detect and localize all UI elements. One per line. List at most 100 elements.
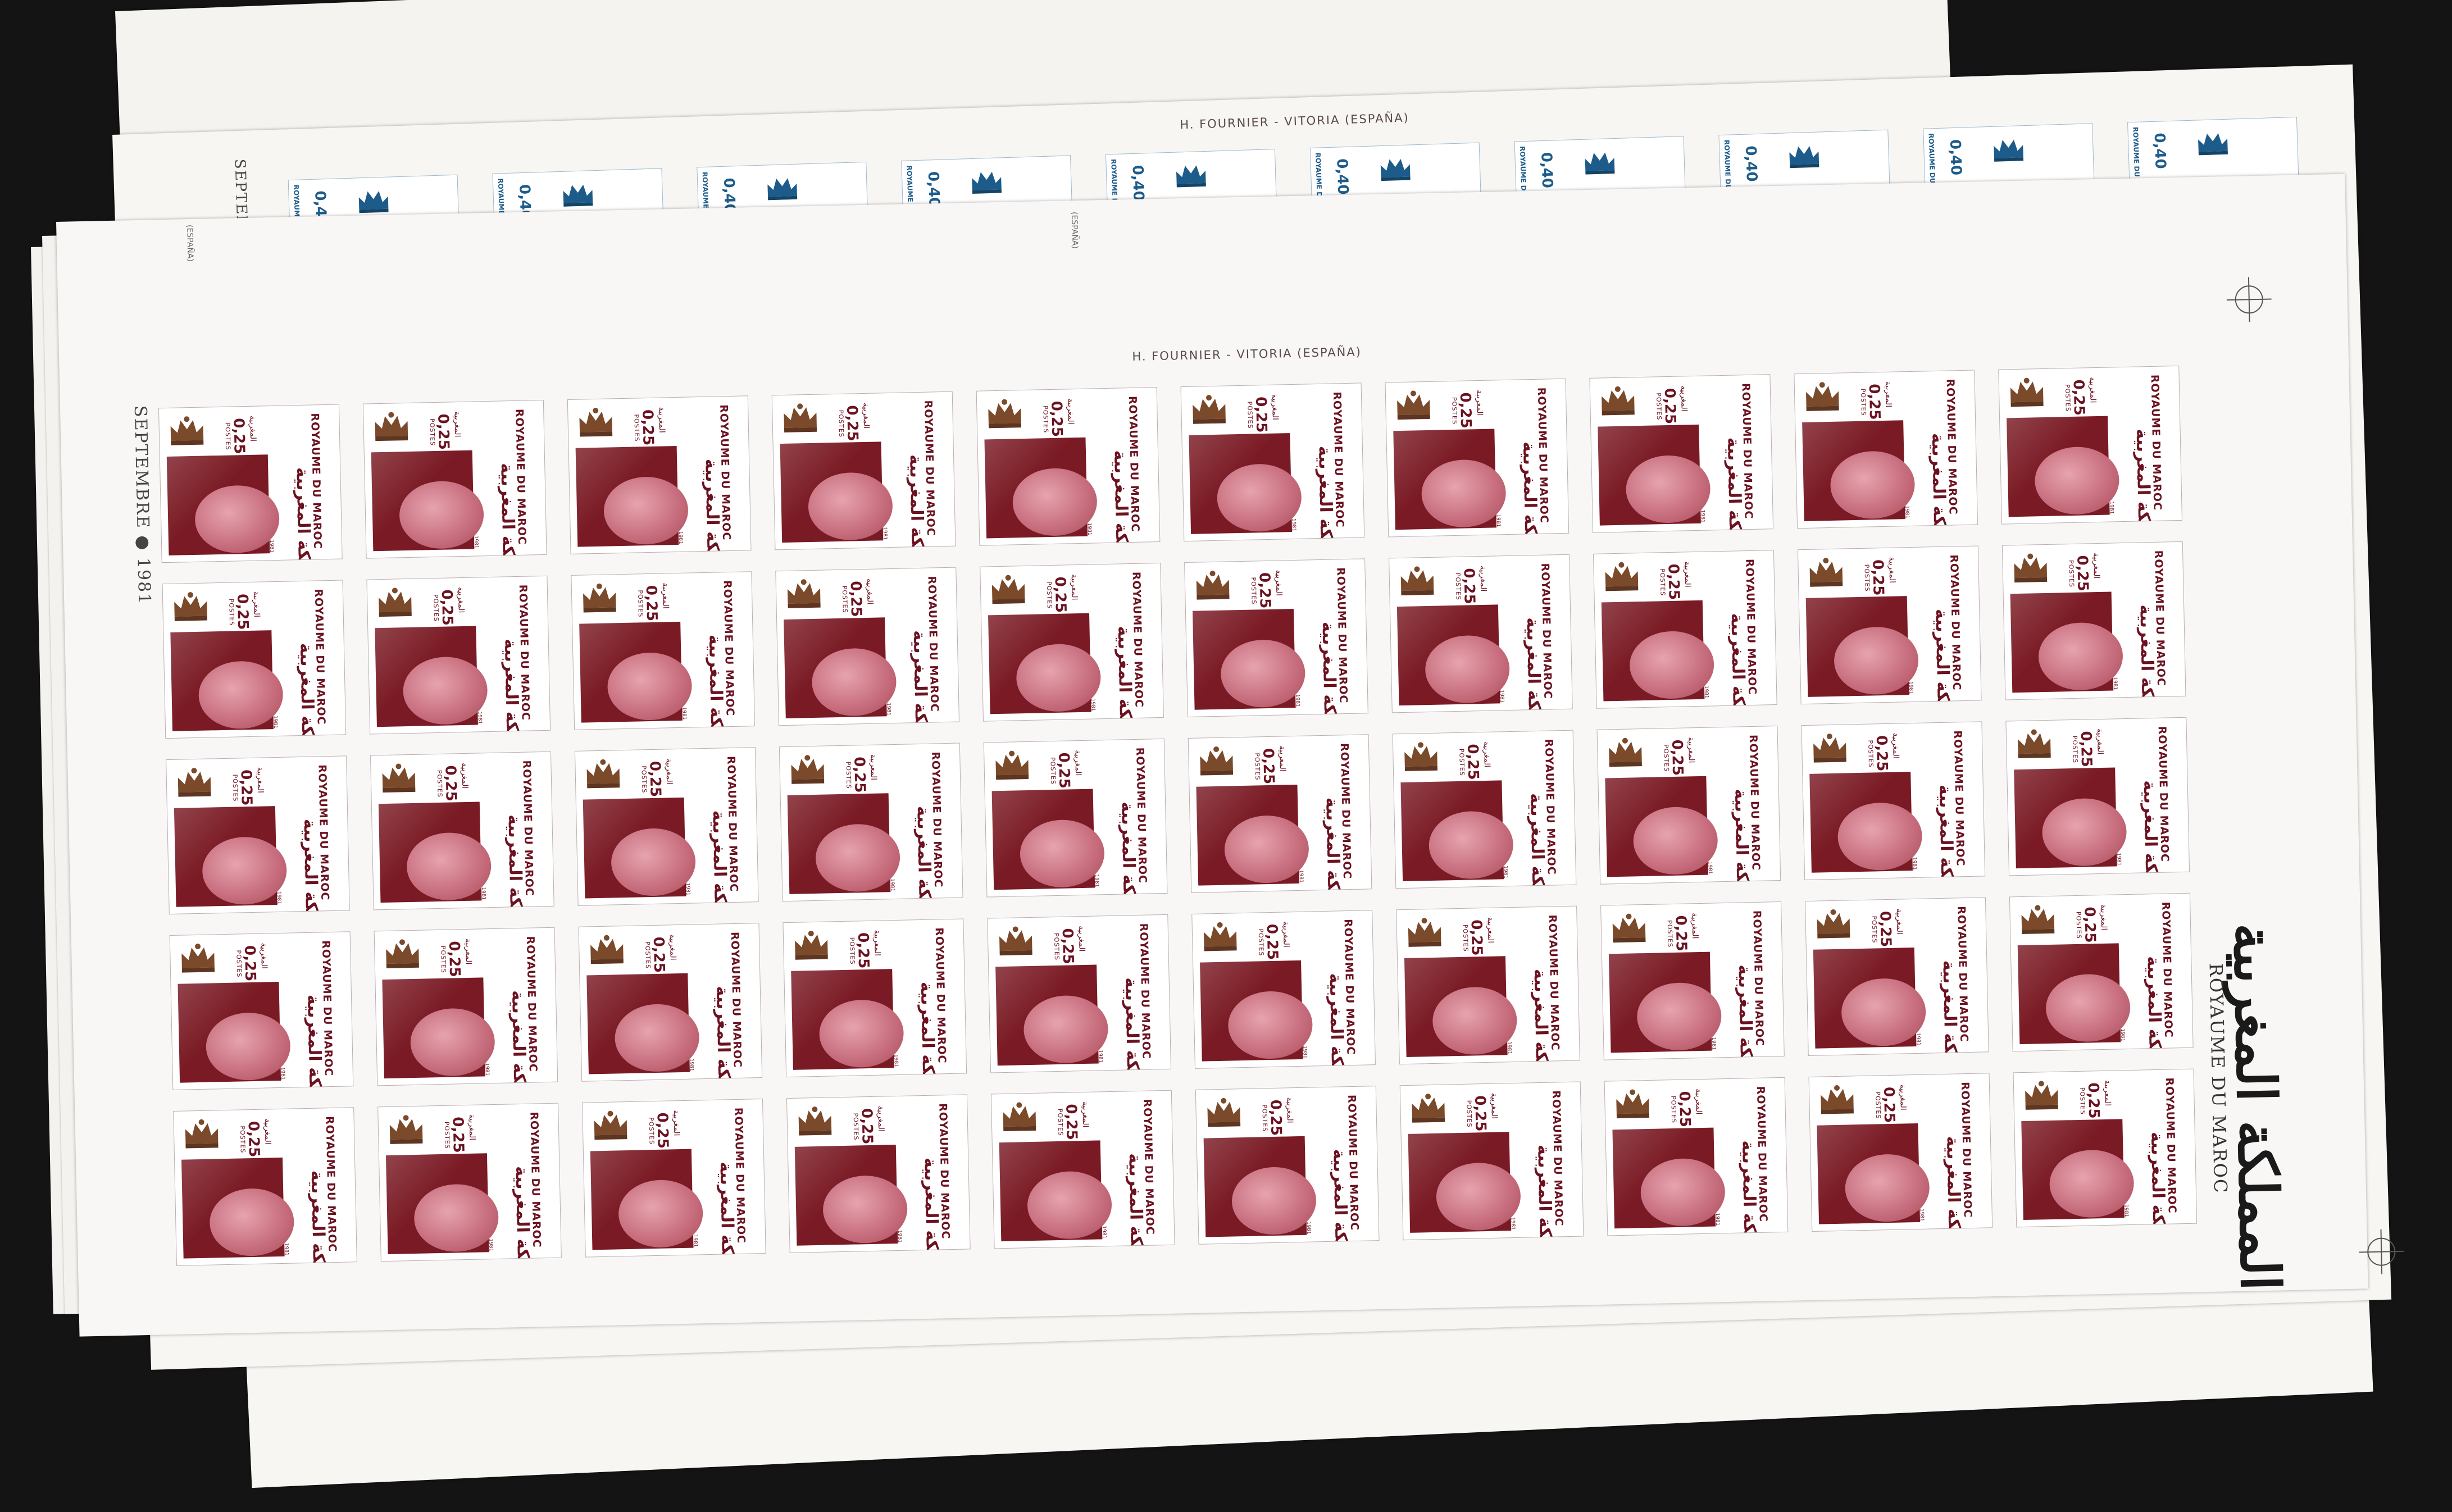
crown-icon [972,171,1002,194]
stamp-country-band: ROYAUME DU MAROC المملكة المغربية [1117,747,1159,898]
stamp-arabic-currency: المغربية [1073,749,1083,776]
stamp-country-band: ROYAUME DU MAROC المملكة المغربية [1927,379,1969,529]
stamp: 0,25 POSTES المغربية ROYAUME DU MAROC ال… [990,1090,1175,1249]
stamp-value: 0,40 [1537,152,1556,189]
stamp-year: 1981 [2119,1028,2126,1042]
crown-icon [1602,386,1635,416]
stamp-arabic-country: المملكة المغربية [303,994,326,1090]
stamp-country-band: ROYAUME DU MAROC المملكة المغربية [1931,554,1973,704]
stamp-postes: POSTES [2078,1087,2087,1115]
crown-icon [583,583,616,613]
stamp-arabic-currency: المغربية [1270,394,1280,421]
stamp-arabic-currency: المغربية [660,582,670,609]
stamp-value: 0,25 [1255,572,1273,609]
stamp-postes: POSTES [439,945,448,973]
stamp-year: 1981 [1097,1050,1103,1063]
stamp-arabic-country: المملكة المغربية [292,467,315,563]
stamp: 0,25 POSTES المغربية ROYAUME DU MAROC ال… [775,567,960,726]
stamp-arabic-currency: المغربية [865,578,875,605]
stamp-country-band: ROYAUME DU MAROC المملكة المغربية [1518,387,1561,537]
registration-mark-icon [2226,277,2272,322]
stamp-year: 1981 [1302,1045,1308,1059]
crown-icon [1408,918,1441,947]
stamp: 0,25 POSTES المغربية ROYAUME DU MAROC ال… [1604,1077,1789,1236]
stamp-arabic-currency: المغربية [1069,574,1079,600]
stamp-country-band: ROYAUME DU MAROC المملكة المغربية [912,752,954,901]
stamp-arabic-country: المملكة المغربية [704,634,727,730]
crown-icon [784,403,817,432]
stamp: 0,25 POSTES المغربية ROYAUME DU MAROC ال… [370,751,554,910]
stamp-country-band: ROYAUME DU MAROC المملكة المغربية [503,760,545,910]
stamp: 0,25 POSTES المغربية ROYAUME DU MAROC ال… [2013,1068,2198,1228]
stamp-country-band: ROYAUME DU MAROC المملكة المغربية [1113,571,1155,722]
stamp-country-band: ROYAUME DU MAROC المملكة المغربية [1124,1099,1166,1249]
stamp-arabic-currency: المغربية [671,1110,681,1136]
stamp-value: 0,25 [1460,568,1478,604]
stamp-value: 0,25 [649,936,668,973]
stamp-postes: POSTES [837,409,845,438]
stamp-year: 1981 [688,1058,694,1072]
stamp-year: 1981 [1086,522,1093,536]
stamp-year: 1981 [1506,1041,1512,1055]
stamp: 0,25 POSTES المغربية ROYAUME DU MAROC ال… [983,738,1168,898]
stamp: 0,25 POSTES المغربية ROYAUME DU MAROC ال… [779,743,963,902]
stamp-postes: POSTES [1049,757,1057,785]
stamp-value: 0,25 [2081,907,2099,943]
stamp-value: 0,40 [1742,145,1760,183]
stamp-value: 0,40 [1129,165,1147,202]
stamp-arabic-currency: المغربية [262,1118,272,1145]
stamp-value: 0,25 [1664,563,1682,600]
stamp-arabic-country: المملكة المغربية [906,454,929,550]
stamp-country-band: ROYAUME DU MAROC المملكة المغربية [306,1116,348,1266]
stamp-arabic-currency: المغربية [2099,904,2109,931]
stamp-arabic-currency: المغربية [1894,908,1904,935]
stamp-postes: POSTES [2071,735,2079,764]
crown-icon [791,755,825,784]
stamp-country-band: ROYAUME DU MAROC المملكة المغربية [295,589,338,739]
stamp-year: 1981 [272,715,278,729]
crown-icon [181,944,215,973]
crown-icon [174,592,207,621]
stamp-value: 0,25 [1252,396,1270,433]
stamp: 0,25 POSTES المغربية ROYAUME DU MAROC ال… [1195,1086,1380,1245]
crown-icon [1994,139,2024,162]
stamp-arabic-currency: المغربية [1682,561,1693,588]
crown-icon [358,191,389,213]
stamp-postes: POSTES [1454,572,1462,600]
stamp-country-band: ROYAUME DU MAROC المملكة المغربية [1121,923,1163,1073]
stamp-value: 0,25 [639,409,657,446]
stamp-year: 1981 [881,527,888,540]
stamp: 0,25 POSTES المغربية ROYAUME DU MAROC ال… [1385,378,1570,538]
stamp: 0,25 POSTES المغربية ROYAUME DU MAROC ال… [1801,721,1986,881]
stamp-country-band: ROYAUME DU MAROC المملكة المغربية [2132,374,2174,525]
stamp-value: 0,25 [1456,392,1475,429]
stamp-postes: POSTES [231,774,239,802]
stamp-year: 1981 [889,878,895,892]
crown-icon [2021,905,2055,934]
stamp-postes: POSTES [1874,1091,1882,1119]
stamp-country-band: ROYAUME DU MAROC المملكة المغربية [1317,567,1359,717]
stamp-value: 0,25 [1467,919,1485,956]
stamp-postes: POSTES [848,937,857,965]
crown-icon [1207,1097,1241,1127]
stamp-value: 0,25 [854,932,872,969]
stamp-arabic-currency: المغربية [452,411,462,438]
stamp-value: 0,25 [1464,744,1482,780]
stamp-country-band: ROYAUME DU MAROC المملكة المغربية [700,404,743,554]
stamp-value: 0,25 [1055,752,1073,789]
stamp: 0,25 POSTES المغربية ROYAUME DU MAROC ال… [362,399,547,559]
stamp: 0,25 POSTES المغربية ROYAUME DU MAROC ال… [578,923,763,1082]
stamp: 0,25 POSTES المغربية ROYAUME DU MAROC ال… [1191,910,1376,1069]
stamp-postes: POSTES [432,594,440,622]
stamp: 0,25 POSTES المغربية ROYAUME DU MAROC ال… [1589,374,1774,533]
stamp-postes: POSTES [1669,1095,1678,1124]
stamp-arabic-currency: المغربية [258,942,269,969]
stamp: 0,25 POSTES المغربية ROYAUME DU MAROC ال… [1180,382,1365,542]
stamp-value: 0,25 [1880,1086,1898,1123]
crown-icon [563,184,593,207]
stamp-arabic-currency: المغربية [1481,741,1491,768]
stamp-arabic-country: المملكة المغربية [511,1165,534,1262]
stamp-arabic-country: المملكة المغربية [2136,604,2159,700]
stamp: 0,25 POSTES المغربية ROYAUME DU MAROC ال… [2005,717,2190,876]
stamp-arabic-currency: المغربية [1065,398,1075,425]
